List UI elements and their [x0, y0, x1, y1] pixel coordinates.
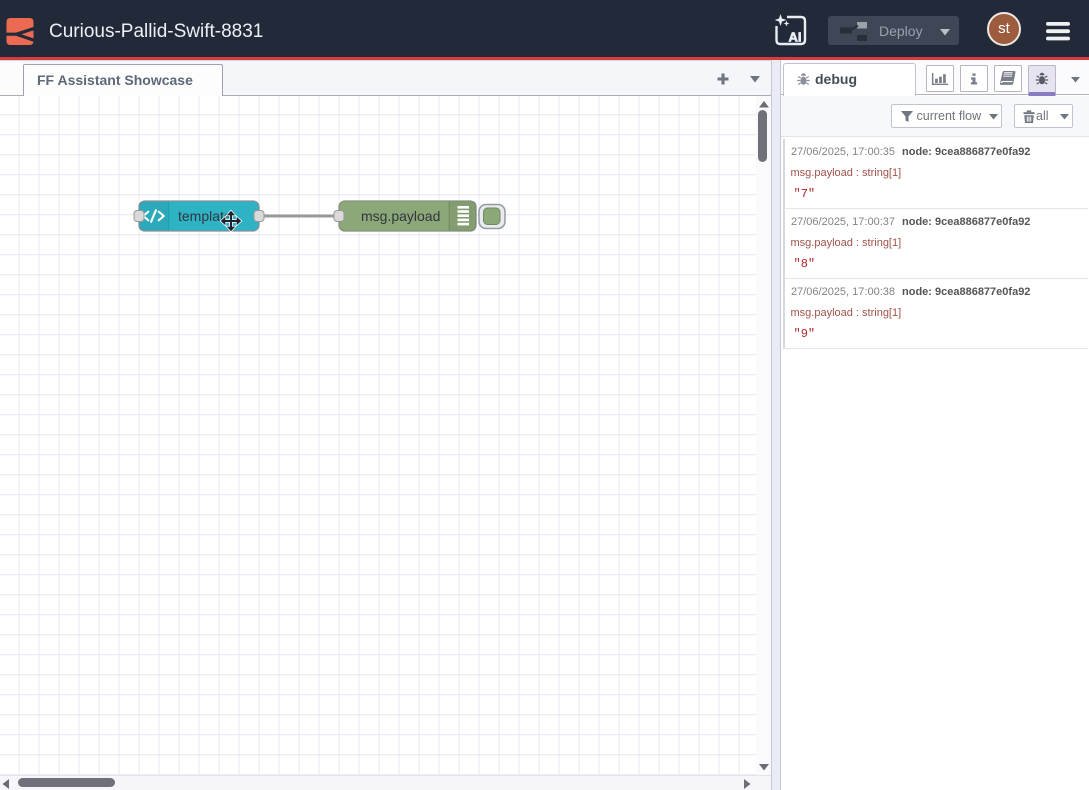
svg-text:AI: AI [789, 30, 802, 45]
svg-text:msg.payload: msg.payload [361, 208, 440, 224]
